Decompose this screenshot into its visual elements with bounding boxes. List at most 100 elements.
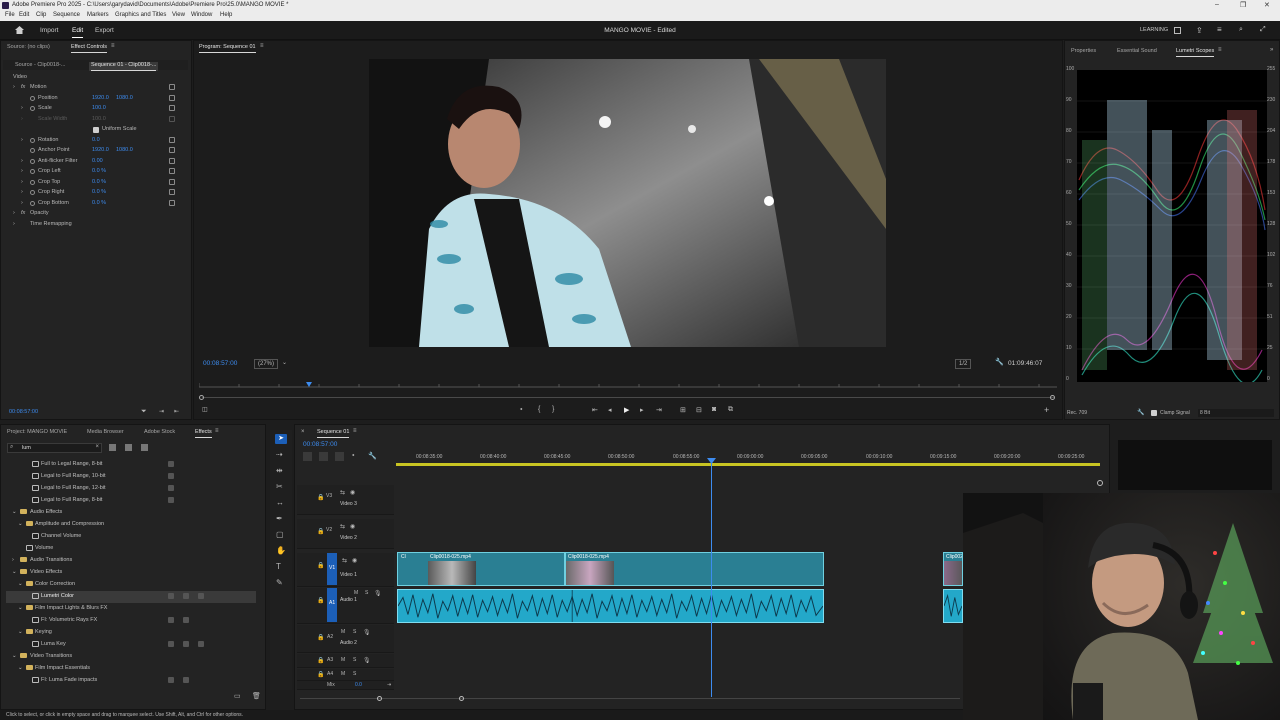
mute-button[interactable]: M — [341, 629, 345, 635]
go-to-out-icon[interactable]: ⇥ — [656, 406, 662, 414]
reset-icon[interactable] — [169, 105, 175, 111]
effects-search-field[interactable]: ⌕ lum × — [7, 443, 102, 453]
panel-menu-icon[interactable]: ≡ — [215, 428, 219, 434]
ec-timecode[interactable]: 00:08:57:00 — [9, 409, 38, 415]
video-clip[interactable]: Cl Clip0018-025.mp4 — [397, 552, 565, 586]
tab-project[interactable]: Project: MANGO MOVIE — [7, 429, 67, 435]
stopwatch-icon[interactable] — [30, 137, 35, 143]
ec-row-crop-top[interactable]: › Crop Top 0.0 % — [7, 178, 177, 188]
panel-menu-icon[interactable]: ≡ — [111, 43, 115, 49]
list-item[interactable]: FI: Luma Fade impacts — [6, 675, 256, 687]
timeline-ruler[interactable]: 00:08:35:00 00:08:40:00 00:08:45:00 00:0… — [396, 449, 1100, 469]
ec-row-rotation[interactable]: › Rotation 0.0 — [7, 136, 177, 146]
mute-button[interactable]: M — [341, 671, 345, 677]
zoom-handle-right[interactable] — [1050, 395, 1055, 400]
stopwatch-icon[interactable] — [30, 200, 35, 206]
mark-in-icon[interactable]: { — [538, 406, 540, 413]
lock-icon[interactable]: 🔒 — [317, 634, 324, 641]
tab-import[interactable]: Import — [40, 27, 58, 34]
wrench-icon[interactable]: 🔧 — [995, 358, 1004, 366]
export-frame-icon[interactable]: ⇥ — [159, 408, 164, 415]
accelerated-effects-icon[interactable] — [109, 444, 116, 451]
camera-icon[interactable]: ◙ — [712, 406, 716, 413]
list-item[interactable]: Legal to Full Range, 8-bit — [6, 495, 256, 507]
step-forward-icon[interactable]: ▸ — [640, 406, 644, 414]
reset-icon[interactable] — [169, 136, 175, 143]
list-item[interactable]: ⌄ Amplitude and Compression — [6, 519, 256, 531]
tab-lumetri-scopes[interactable]: Lumetri Scopes — [1176, 48, 1214, 57]
list-item[interactable]: Legal to Full Range, 12-bit — [6, 483, 256, 495]
lock-icon[interactable]: 🔒 — [317, 671, 324, 678]
stopwatch-icon[interactable] — [30, 169, 35, 174]
work-area-bar[interactable] — [396, 463, 1100, 466]
menu-edit[interactable]: Edit — [19, 12, 29, 18]
clamp-signal-checkbox[interactable] — [1151, 410, 1157, 416]
go-to-end-icon[interactable]: ⇥ — [387, 682, 391, 688]
playhead[interactable] — [711, 461, 712, 697]
list-item[interactable]: ⌄ Video Transitions — [6, 651, 256, 663]
razor-tool-icon[interactable]: ✂ — [276, 482, 283, 491]
zoom-chevron-icon[interactable]: ⌄ — [282, 359, 287, 366]
list-item[interactable]: › Audio Transitions — [6, 555, 256, 567]
audio-clip[interactable] — [397, 589, 824, 623]
pen-tool-icon[interactable]: ✒ — [276, 514, 283, 523]
menu-graphics[interactable]: Graphics and Titles — [115, 12, 166, 18]
list-item[interactable]: ⌄ Film Impact Essentials — [6, 663, 256, 675]
settings-icon[interactable]: ◫ — [202, 406, 208, 413]
program-timecode[interactable]: 00:08:57:00 — [203, 360, 237, 367]
tab-source[interactable]: Source: (no clips) — [7, 44, 50, 50]
menu-markers[interactable]: Markers — [87, 12, 109, 18]
stopwatch-icon[interactable] — [30, 158, 35, 164]
ec-row-opacity[interactable]: › fx Opacity — [7, 209, 177, 219]
hamburger-icon[interactable]: ≡ — [1217, 25, 1222, 34]
timeline-settings-icon[interactable]: 🔧 — [368, 452, 377, 460]
timeline-scrollbar[interactable] — [300, 698, 960, 699]
speech-tool-icon[interactable]: ✎ — [276, 578, 283, 587]
snap-icon[interactable] — [303, 452, 312, 461]
solo-button[interactable]: S — [353, 657, 356, 663]
lock-icon[interactable]: 🔒 — [317, 528, 324, 535]
video-clip[interactable]: Clip002 — [943, 552, 963, 586]
ec-row-anchor-point[interactable]: Anchor Point 1920.0 1080.0 — [7, 146, 177, 156]
yuv-effects-icon[interactable] — [141, 444, 148, 451]
timeline-timecode[interactable]: 00:08:57:00 — [303, 441, 337, 448]
list-item[interactable]: ⌄ Film Impact Lights & Blurs FX — [6, 603, 256, 615]
mute-button[interactable]: M — [341, 657, 345, 663]
home-icon[interactable] — [15, 26, 24, 34]
audio-clip[interactable] — [943, 589, 963, 623]
search-icon[interactable]: ⌕ — [1239, 26, 1243, 34]
stopwatch-icon[interactable] — [30, 190, 35, 195]
ec-row-uniform-scale[interactable]: Uniform Scale — [7, 125, 177, 135]
tab-properties[interactable]: Properties — [1071, 48, 1096, 54]
menu-window[interactable]: Window — [191, 12, 212, 18]
reset-icon[interactable] — [169, 199, 175, 206]
close-tab-icon[interactable]: × — [301, 429, 305, 435]
tab-edit[interactable]: Edit — [72, 27, 84, 38]
expand-panel-icon[interactable]: » — [1270, 47, 1273, 53]
panel-menu-icon[interactable]: ≡ — [1218, 47, 1222, 53]
ec-row-crop-bottom[interactable]: › Crop Bottom 0.0 % — [7, 199, 177, 209]
tab-media-browser[interactable]: Media Browser — [87, 429, 124, 435]
nest-icon[interactable] — [335, 452, 344, 461]
hand-tool-icon[interactable]: ✋ — [276, 546, 286, 555]
reset-icon[interactable] — [169, 178, 175, 185]
zoom-select[interactable]: (27%) — [254, 359, 279, 369]
ec-row-scale[interactable]: › Scale 100.0 — [7, 104, 177, 114]
list-item-lumetri-color[interactable]: Lumetri Color — [6, 591, 256, 603]
lock-icon[interactable]: 🔒 — [317, 597, 324, 604]
ec-row-crop-right[interactable]: › Crop Right 0.0 % — [7, 188, 177, 198]
scroll-handle-left[interactable] — [377, 696, 382, 701]
ec-row-time-remapping[interactable]: › Time Remapping — [7, 220, 177, 230]
mic-icon[interactable]: 🎙 — [374, 590, 382, 597]
timeline-zoom-handle[interactable] — [1097, 480, 1103, 486]
type-tool-icon[interactable]: T — [276, 562, 281, 571]
sync-icon[interactable]: ⇤ — [174, 408, 179, 415]
program-time-ruler[interactable] — [198, 380, 1057, 388]
ripple-edit-tool-icon[interactable]: ⇹ — [276, 466, 283, 475]
reset-icon[interactable] — [169, 147, 175, 153]
toggle-sync-icon[interactable]: ⇆ — [340, 489, 345, 496]
panel-menu-icon[interactable]: ≡ — [353, 428, 357, 434]
scroll-handle-right[interactable] — [459, 696, 464, 701]
ec-row-anti-flicker[interactable]: › Anti-flicker Filter 0.00 — [7, 157, 177, 167]
reset-icon[interactable] — [169, 189, 175, 195]
